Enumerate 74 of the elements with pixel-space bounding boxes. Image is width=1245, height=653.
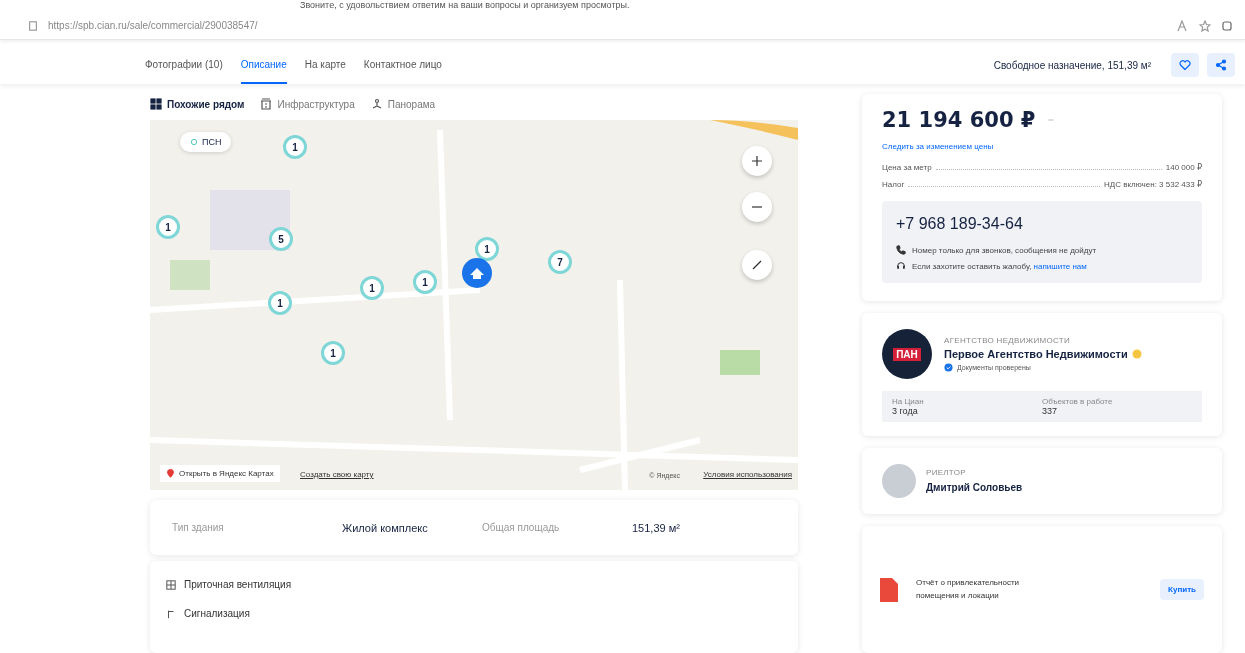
- cluster-marker[interactable]: 1: [360, 276, 384, 300]
- nav-tab[interactable]: Описание: [240, 46, 287, 84]
- row-value: НДС включен: 3 532 433 ₽: [1104, 180, 1202, 189]
- filter-chip[interactable]: ПСН: [180, 132, 232, 152]
- nav-tab[interactable]: На карте: [304, 46, 346, 84]
- ruler-button[interactable]: [742, 250, 772, 280]
- favorite-button[interactable]: [1171, 53, 1199, 77]
- write-us-link[interactable]: напишите нам: [1033, 261, 1087, 271]
- url-text[interactable]: https://spb.cian.ru/sale/commercial/290038547/: [48, 20, 1167, 31]
- verified-icon: [944, 363, 953, 372]
- note-text: Номер только для звонков, сообщения не дойдут: [912, 245, 1097, 255]
- info-text: Звоните, с удовольствием ответим на ваши вопросы и организуем просмотры.: [299, 0, 631, 11]
- stat-value: 337: [1042, 406, 1059, 416]
- phone-icon: [896, 245, 906, 255]
- document-icon: [880, 577, 898, 602]
- stat-label: На Циан: [892, 397, 925, 406]
- realtor-name[interactable]: Дмитрий Соловьев: [926, 481, 1023, 493]
- logo-text: ПАН: [893, 347, 921, 361]
- stat-label: Объектов в работе: [1042, 397, 1114, 406]
- building-icon: [260, 98, 273, 110]
- share-icon: [1215, 59, 1227, 71]
- nav-tab[interactable]: Фотографии (10): [145, 46, 223, 84]
- cluster-marker[interactable]: 1: [413, 270, 437, 294]
- badge-icon: [1131, 349, 1142, 359]
- grid-icon: [150, 98, 162, 110]
- terms-link[interactable]: Условия использования: [703, 470, 792, 479]
- share-button[interactable]: [1207, 53, 1235, 77]
- map-tab[interactable]: Похожие рядом: [150, 98, 245, 110]
- heart-icon: [1179, 59, 1191, 71]
- row-label: Налог: [882, 180, 905, 189]
- headset-icon: [896, 261, 906, 271]
- open-in-maps-link[interactable]: Открыть в Яндекс Картах: [160, 465, 280, 482]
- realtor-caption: РИЕЛТОР: [926, 467, 967, 477]
- star-icon[interactable]: [1199, 19, 1211, 32]
- circle-icon: [190, 138, 198, 146]
- nav-tab[interactable]: Контактное лицо: [363, 46, 442, 84]
- zoom-out-button[interactable]: [742, 192, 772, 222]
- pin-icon: [166, 468, 175, 479]
- agency-caption: АГЕНТСТВО НЕДВИЖИМОСТИ: [944, 336, 1071, 345]
- phone-number[interactable]: +7 968 189-34-64: [896, 215, 1188, 233]
- row-value: 140 000 ₽: [1165, 163, 1202, 172]
- cluster-marker[interactable]: 1: [283, 135, 307, 159]
- ventilation-icon: [166, 579, 176, 590]
- person-icon: [370, 98, 383, 110]
- feature-text: Сигнализация: [184, 608, 250, 619]
- plus-icon: [751, 155, 763, 167]
- cluster-marker[interactable]: 1: [268, 291, 292, 315]
- cluster-marker[interactable]: 1: [156, 215, 180, 239]
- avatar: [882, 464, 916, 498]
- fact-label: Тип здания: [172, 522, 225, 533]
- report-text: Отчёт о привлекательности помещения и локации: [916, 576, 1021, 602]
- map-tab[interactable]: Инфраструктура: [260, 98, 355, 110]
- fact-value: 151,39 м²: [632, 521, 681, 534]
- stat-value: 3 года: [892, 406, 919, 416]
- create-map-link[interactable]: Создать свою карту: [300, 470, 374, 479]
- note-text: Если захотите оставить жалобу, напишите нам: [912, 261, 1087, 271]
- house-marker-icon[interactable]: [461, 257, 493, 289]
- summary-text: Свободное назначение, 151,39 м²: [993, 59, 1151, 71]
- alarm-icon: [166, 608, 176, 619]
- cluster-marker[interactable]: 7: [548, 250, 572, 274]
- row-label: Цена за метр: [882, 163, 932, 172]
- feature-text: Приточная вентиляция: [184, 579, 292, 590]
- address-bar[interactable]: https://spb.cian.ru/sale/commercial/290038547/: [0, 12, 1245, 40]
- cluster-marker[interactable]: 1: [321, 341, 345, 365]
- zoom-in-button[interactable]: [742, 146, 772, 176]
- watch-price-link[interactable]: Следить за изменением цены: [882, 142, 1202, 151]
- page-icon: [28, 20, 38, 31]
- cluster-marker[interactable]: 1: [475, 237, 499, 261]
- fact-label: Общая площадь: [482, 522, 561, 533]
- price-text: 21 194 600 ₽: [882, 108, 1036, 132]
- agency-name[interactable]: Первое Агентство Недвижимости: [944, 348, 1128, 360]
- fact-value: Жилой комплекс: [342, 521, 429, 534]
- buy-button[interactable]: Купить: [1160, 579, 1204, 600]
- map-tab[interactable]: Панорама: [370, 98, 436, 110]
